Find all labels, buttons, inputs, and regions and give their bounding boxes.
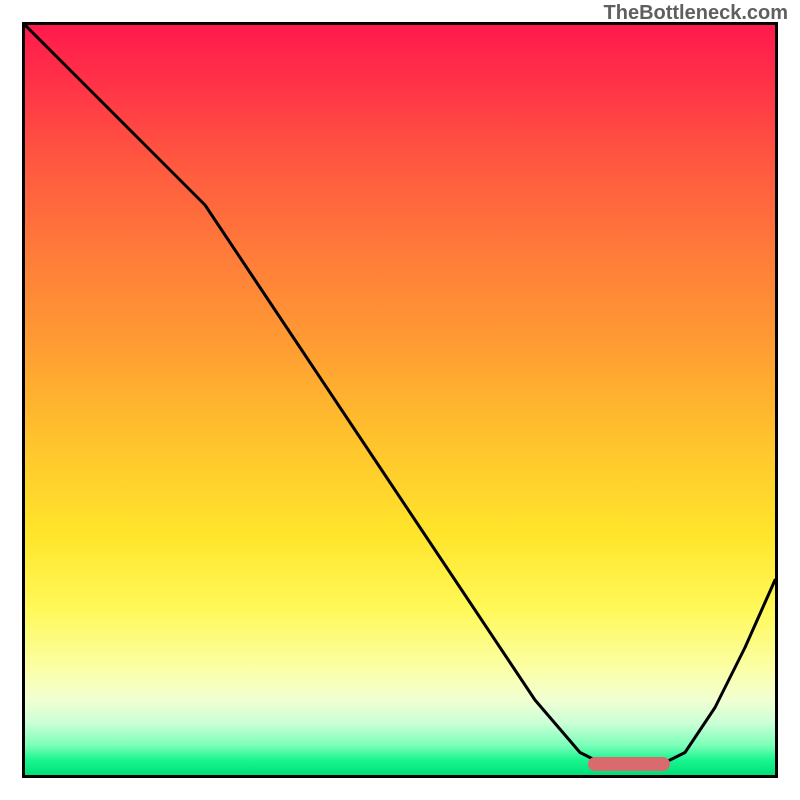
optimal-range-marker xyxy=(588,757,671,771)
plot-area xyxy=(22,22,778,778)
bottleneck-curve xyxy=(25,25,775,775)
watermark-text: TheBottleneck.com xyxy=(604,2,788,25)
curve-path xyxy=(25,25,775,768)
